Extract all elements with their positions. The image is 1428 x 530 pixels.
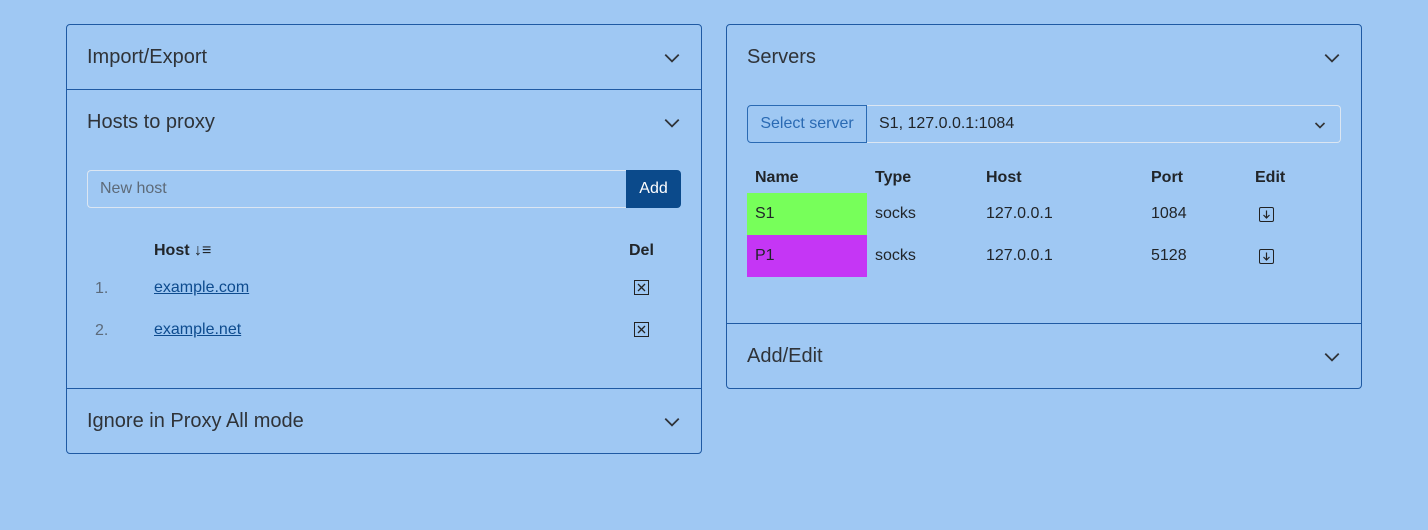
new-host-group: Add: [87, 170, 681, 208]
server-select-value: S1, 127.0.0.1:1084: [879, 115, 1015, 132]
port-column-header: Port: [1151, 169, 1183, 186]
table-row: P1 socks 127.0.0.1 5128: [747, 235, 1341, 277]
row-number: 2.: [95, 322, 109, 339]
hosts-table-header: Host ↓≡ Del: [87, 236, 681, 266]
select-server-label: Select server: [747, 105, 867, 143]
servers-table: Name Type Host Port Edit S1 socks 127.0.…: [747, 163, 1341, 277]
close-box-icon[interactable]: [634, 322, 649, 337]
add-host-button[interactable]: Add: [626, 170, 681, 208]
name-column-header: Name: [755, 169, 799, 186]
edit-column-header: Edit: [1255, 169, 1286, 186]
chevron-down-icon: [664, 53, 680, 63]
chevron-down-icon: [664, 118, 680, 128]
server-host: 127.0.0.1: [986, 205, 1053, 222]
server-type: socks: [875, 247, 916, 264]
server-name: P1: [755, 247, 775, 264]
server-type: socks: [875, 205, 916, 222]
server-select[interactable]: S1, 127.0.0.1:1084: [867, 105, 1341, 143]
server-select-group: Select server S1, 127.0.0.1:1084: [747, 105, 1341, 143]
servers-body: Select server S1, 127.0.0.1:1084 Name Ty…: [727, 89, 1361, 323]
host-column-header[interactable]: Host ↓≡: [154, 242, 211, 260]
table-row: S1 socks 127.0.0.1 1084: [747, 193, 1341, 235]
hosts-body: Add Host ↓≡ Del 1. example.com 2. exampl…: [67, 154, 701, 388]
import-export-header[interactable]: Import/Export: [67, 25, 701, 89]
ignore-title: Ignore in Proxy All mode: [87, 409, 304, 432]
chevron-down-icon: [1324, 53, 1340, 63]
server-host: 127.0.0.1: [986, 247, 1053, 264]
arrow-down-box-icon[interactable]: [1259, 207, 1274, 222]
left-accordion: Import/Export Hosts to proxy Add Host ↓≡…: [66, 24, 702, 454]
import-export-title: Import/Export: [87, 45, 208, 68]
close-box-icon[interactable]: [634, 280, 649, 295]
server-port: 1084: [1151, 205, 1187, 222]
server-port: 5128: [1151, 247, 1187, 264]
new-host-input[interactable]: [87, 170, 626, 208]
table-row: 2. example.net: [87, 308, 681, 350]
server-name: S1: [755, 205, 775, 222]
host-column-header: Host: [986, 169, 1022, 186]
servers-table-header: Name Type Host Port Edit: [747, 163, 1341, 193]
ignore-header[interactable]: Ignore in Proxy All mode: [67, 389, 701, 453]
chevron-down-icon: [1324, 352, 1340, 362]
servers-title: Servers: [747, 45, 816, 68]
chevron-down-icon: [664, 417, 680, 427]
del-column-header: Del: [629, 242, 654, 259]
servers-header[interactable]: Servers: [727, 25, 1361, 89]
chevron-down-icon: [1314, 122, 1326, 129]
host-link[interactable]: example.net: [154, 321, 241, 339]
table-row: 1. example.com: [87, 266, 681, 308]
host-link[interactable]: example.com: [154, 279, 249, 297]
type-column-header: Type: [875, 169, 912, 186]
arrow-down-box-icon[interactable]: [1259, 249, 1274, 264]
hosts-header[interactable]: Hosts to proxy: [67, 90, 701, 154]
add-edit-title: Add/Edit: [747, 344, 823, 367]
add-edit-header[interactable]: Add/Edit: [727, 324, 1361, 388]
row-number: 1.: [95, 280, 109, 297]
hosts-title: Hosts to proxy: [87, 110, 215, 133]
right-accordion: Servers Select server S1, 127.0.0.1:1084…: [726, 24, 1362, 389]
hosts-table: Host ↓≡ Del 1. example.com 2. example.ne…: [87, 236, 681, 350]
